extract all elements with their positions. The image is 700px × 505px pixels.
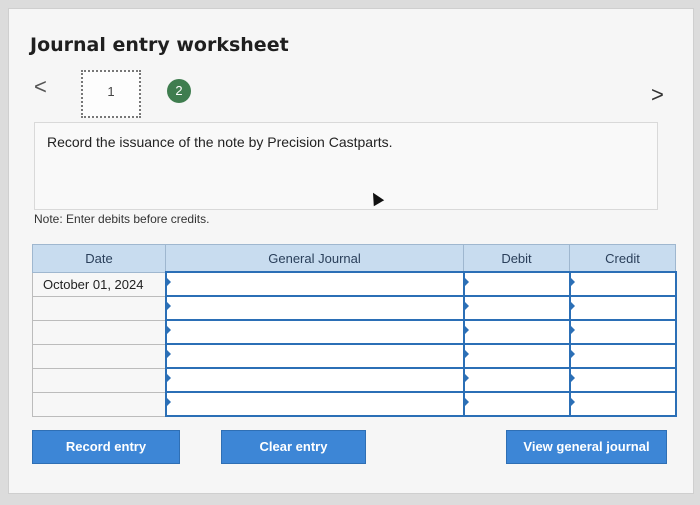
- debit-input[interactable]: [462, 295, 571, 321]
- table-row: October 01, 2024: [32, 271, 677, 297]
- debit-input[interactable]: [462, 343, 571, 369]
- date-cell: [32, 343, 166, 369]
- debit-input[interactable]: [462, 391, 571, 417]
- credit-input[interactable]: [568, 391, 677, 417]
- account-input[interactable]: [164, 271, 465, 297]
- credit-input[interactable]: [568, 319, 677, 345]
- credit-input[interactable]: [568, 343, 677, 369]
- date-cell: [32, 391, 166, 417]
- step-2-tab[interactable]: 2: [167, 79, 191, 103]
- debit-input[interactable]: [462, 367, 571, 393]
- account-input[interactable]: [164, 295, 465, 321]
- date-cell: October 01, 2024: [32, 271, 166, 297]
- date-cell: [32, 367, 166, 393]
- general-journal-header: General Journal: [165, 244, 464, 273]
- date-cell: [32, 295, 166, 321]
- credit-header: Credit: [569, 244, 676, 273]
- step-1-tab[interactable]: 1: [81, 70, 141, 118]
- credit-input[interactable]: [568, 271, 677, 297]
- credit-input[interactable]: [568, 295, 677, 321]
- account-input[interactable]: [164, 319, 465, 345]
- view-general-journal-button[interactable]: View general journal: [506, 430, 667, 464]
- clear-entry-button[interactable]: Clear entry: [221, 430, 366, 464]
- debit-input[interactable]: [462, 271, 571, 297]
- table-row: [32, 343, 677, 369]
- table-row: [32, 367, 677, 393]
- page-title: Journal entry worksheet: [30, 34, 289, 56]
- record-entry-button[interactable]: Record entry: [32, 430, 180, 464]
- instruction-text: Record the issuance of the note by Preci…: [47, 134, 393, 150]
- credit-input[interactable]: [568, 367, 677, 393]
- debit-header: Debit: [463, 244, 570, 273]
- account-input[interactable]: [164, 367, 465, 393]
- next-arrow-icon[interactable]: >: [651, 84, 667, 106]
- date-header: Date: [32, 244, 166, 273]
- table-row: [32, 391, 677, 417]
- table-row: [32, 295, 677, 321]
- note-text: Note: Enter debits before credits.: [34, 212, 210, 226]
- instruction-box: Record the issuance of the note by Preci…: [34, 122, 658, 210]
- table-row: [32, 319, 677, 345]
- account-input[interactable]: [164, 391, 465, 417]
- debit-input[interactable]: [462, 319, 571, 345]
- journal-table: Date General Journal Debit Credit Octobe…: [32, 244, 677, 417]
- account-input[interactable]: [164, 343, 465, 369]
- date-cell: [32, 319, 166, 345]
- prev-arrow-icon[interactable]: <: [34, 76, 50, 98]
